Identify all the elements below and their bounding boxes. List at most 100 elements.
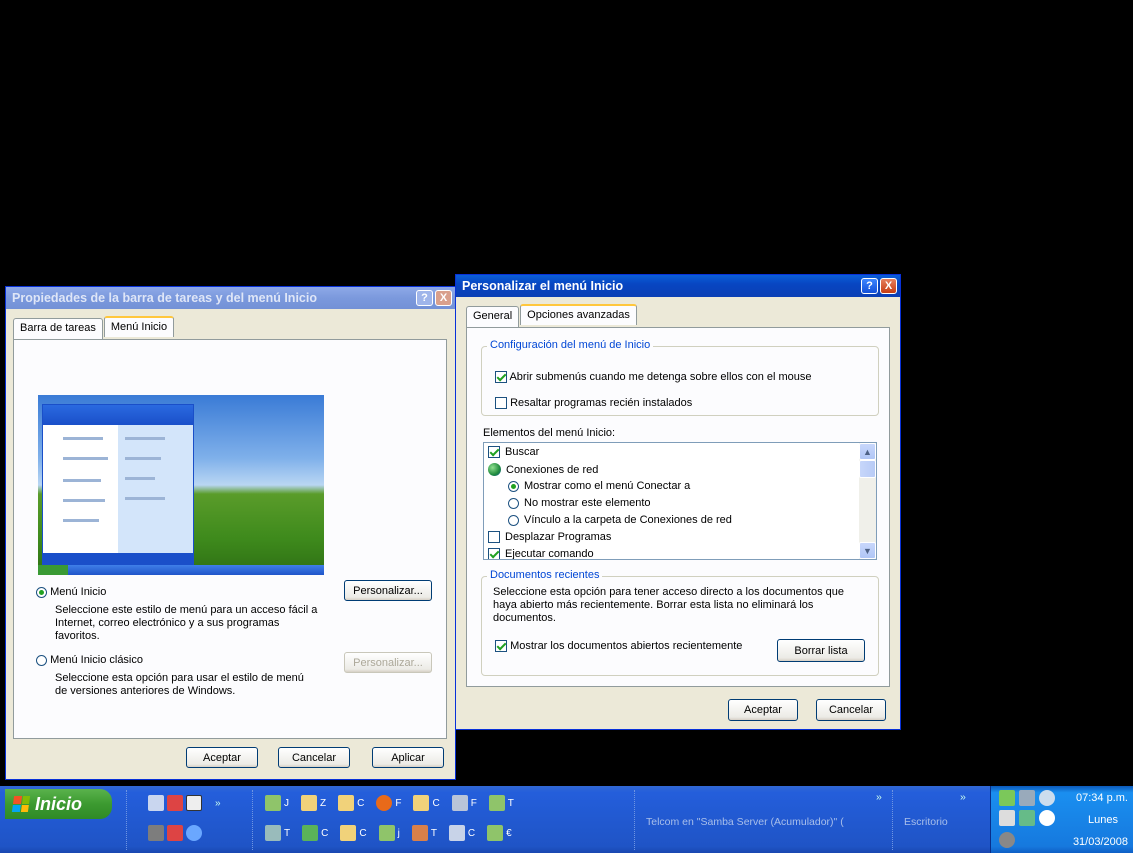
network-icon[interactable] xyxy=(1019,790,1035,806)
list-item[interactable]: Vínculo a la carpeta de Conexiones de re… xyxy=(508,514,732,526)
scroll-thumb[interactable] xyxy=(859,460,876,478)
app-icon[interactable] xyxy=(999,832,1015,848)
tab-start-menu[interactable]: Menú Inicio xyxy=(103,316,175,337)
task-button[interactable]: € xyxy=(487,825,512,841)
list-item-checkbox[interactable] xyxy=(488,446,500,458)
customize-classic-button[interactable]: Personalizar... xyxy=(344,652,432,673)
volume-icon[interactable] xyxy=(1039,790,1055,806)
list-item-radio[interactable] xyxy=(508,497,519,509)
show-recent-option[interactable]: Mostrar los documentos abiertos reciente… xyxy=(495,640,742,653)
task-button[interactable]: C xyxy=(338,795,364,811)
taskbar-row1: J Z C F C F T xyxy=(265,792,514,814)
task-button[interactable]: T xyxy=(488,795,514,811)
help-button[interactable]: ? xyxy=(416,290,433,306)
clock-date[interactable]: 31/03/2008 xyxy=(1073,836,1128,848)
task-button[interactable]: F xyxy=(451,795,477,811)
option-classic-menu-label: Menú Inicio clásico xyxy=(50,654,143,666)
task-button[interactable]: Z xyxy=(301,795,326,811)
task-button[interactable]: T xyxy=(411,825,437,841)
customize-start-menu-dialog: Personalizar el menú Inicio ? X General … xyxy=(455,274,901,730)
monitor-icon[interactable] xyxy=(999,810,1015,826)
tab-advanced-options[interactable]: Opciones avanzadas xyxy=(520,304,637,325)
dialog-title: Propiedades de la barra de tareas y del … xyxy=(12,291,317,305)
network-icon xyxy=(488,463,501,476)
chevron-icon[interactable]: » xyxy=(215,798,221,809)
close-button[interactable]: X xyxy=(880,278,897,294)
list-item-checkbox[interactable] xyxy=(488,548,500,559)
chevron-icon[interactable]: » xyxy=(876,791,882,803)
option-start-menu[interactable]: Menú Inicio xyxy=(36,586,106,599)
task-button[interactable]: C xyxy=(302,825,328,841)
clock-day[interactable]: Lunes xyxy=(1088,814,1118,826)
app-icon[interactable] xyxy=(167,795,183,811)
list-scrollbar[interactable]: ▲ ▼ xyxy=(859,443,876,559)
browser-icon[interactable] xyxy=(186,825,202,841)
list-item-label: Vínculo a la carpeta de Conexiones de re… xyxy=(524,514,732,526)
start-menu-radio[interactable] xyxy=(36,586,47,598)
show-desktop-icon[interactable] xyxy=(148,795,164,811)
task-button[interactable]: C xyxy=(448,825,475,841)
desktop-toolbar-label[interactable]: Escritorio xyxy=(904,816,948,828)
task-button[interactable]: C xyxy=(340,825,367,841)
customize-start-menu-titlebar[interactable]: Personalizar el menú Inicio ? X xyxy=(456,275,900,297)
start-menu-items-list[interactable]: Buscar Conexiones de red Mostrar como el… xyxy=(483,442,877,560)
classic-menu-radio[interactable] xyxy=(36,654,47,666)
dialog-title: Personalizar el menú Inicio xyxy=(462,279,624,293)
user-icon[interactable] xyxy=(999,790,1015,806)
tab-taskbar[interactable]: Barra de tareas xyxy=(13,318,103,339)
info-icon[interactable] xyxy=(1039,810,1055,826)
start-label: Inicio xyxy=(35,793,83,814)
list-item-radio[interactable] xyxy=(508,480,519,492)
highlight-new-option[interactable]: Resaltar programas recién instalados xyxy=(495,397,692,410)
option-classic-menu-description: Seleccione esta opción para usar el esti… xyxy=(55,672,304,697)
list-item[interactable]: Ejecutar comando xyxy=(488,548,594,559)
list-item-label: Desplazar Programas xyxy=(505,531,612,543)
show-recent-checkbox[interactable] xyxy=(495,640,507,653)
list-item[interactable]: Buscar xyxy=(488,446,539,458)
task-button[interactable]: T xyxy=(265,825,290,841)
tool-icon[interactable] xyxy=(1019,810,1035,826)
quicklaunch-row1: » xyxy=(148,792,221,814)
windows-flag-icon xyxy=(11,796,31,812)
option-start-menu-description: Seleccione este estilo de menú para un a… xyxy=(55,604,318,642)
list-item-label: Conexiones de red xyxy=(506,463,599,476)
highlight-new-checkbox[interactable] xyxy=(495,397,507,410)
window-icon[interactable] xyxy=(186,795,202,811)
chevron-icon[interactable]: » xyxy=(960,791,966,803)
task-button[interactable]: J xyxy=(265,795,289,811)
task-button[interactable]: F xyxy=(376,795,401,811)
taskbar-properties-titlebar[interactable]: Propiedades de la barra de tareas y del … xyxy=(6,287,455,309)
advanced-options-panel: Configuración del menú de Inicio Abrir s… xyxy=(466,327,890,687)
option-classic-menu[interactable]: Menú Inicio clásico xyxy=(36,654,143,667)
clear-list-button[interactable]: Borrar lista xyxy=(777,639,865,662)
open-submenus-option[interactable]: Abrir submenús cuando me detenga sobre e… xyxy=(495,371,812,384)
list-item-checkbox[interactable] xyxy=(488,531,500,543)
task-button[interactable]: j xyxy=(378,825,400,841)
help-button[interactable]: ? xyxy=(861,278,878,294)
open-submenus-checkbox[interactable] xyxy=(495,371,507,384)
customize-button[interactable]: Personalizar... xyxy=(344,580,432,601)
list-item[interactable]: Mostrar como el menú Conectar a xyxy=(508,480,690,492)
app-icon[interactable] xyxy=(167,825,183,841)
list-item[interactable]: No mostrar este elemento xyxy=(508,497,651,509)
start-button[interactable]: Inicio xyxy=(5,789,112,819)
option-start-menu-label: Menú Inicio xyxy=(50,586,107,598)
tab-general[interactable]: General xyxy=(466,306,520,327)
cancel-button[interactable]: Cancelar xyxy=(816,699,886,721)
ok-button[interactable]: Aceptar xyxy=(186,747,258,768)
telcom-toolbar-label[interactable]: Telcom en "Samba Server (Acumulador)" ( xyxy=(646,816,844,828)
clock-time[interactable]: 07:34 p.m. xyxy=(1076,792,1128,804)
ok-button[interactable]: Aceptar xyxy=(728,699,798,721)
scroll-up-icon[interactable]: ▲ xyxy=(859,443,876,460)
highlight-new-label: Resaltar programas recién instalados xyxy=(510,397,693,409)
list-item[interactable]: Desplazar Programas xyxy=(488,531,611,543)
task-button[interactable]: C xyxy=(413,795,440,811)
list-item-radio[interactable] xyxy=(508,514,519,526)
tool-icon[interactable] xyxy=(148,825,164,841)
close-button[interactable]: X xyxy=(435,290,452,306)
apply-button[interactable]: Aplicar xyxy=(372,747,444,768)
system-tray: 07:34 p.m. Lunes 31/03/2008 xyxy=(990,786,1133,853)
scroll-down-icon[interactable]: ▼ xyxy=(859,542,876,559)
taskbar-properties-dialog: Propiedades de la barra de tareas y del … xyxy=(5,286,456,780)
cancel-button[interactable]: Cancelar xyxy=(278,747,350,768)
